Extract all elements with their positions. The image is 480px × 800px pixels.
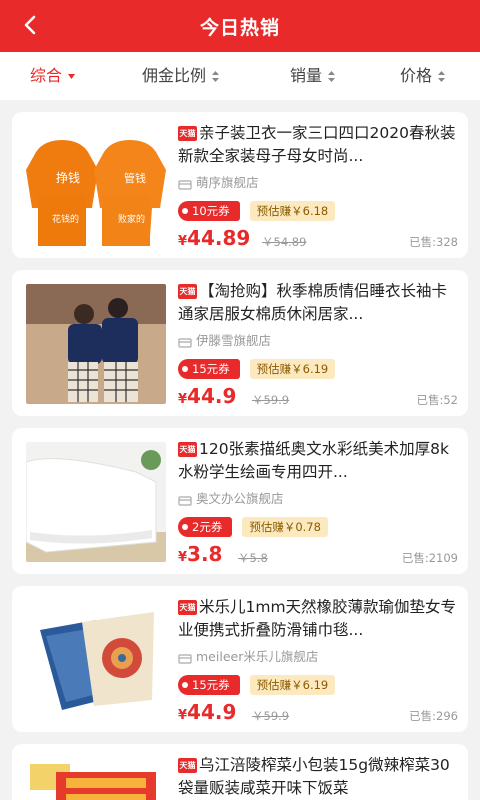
product-image-paper (26, 442, 166, 562)
product-title-text: 【淘抢购】秋季棉质情侣睡衣长袖卡通家居服女棉质休闲居家... (178, 282, 448, 323)
caret-down-icon (68, 74, 76, 79)
product-title-text: 米乐儿1mm天然橡胶薄款瑜伽垫女专业便携式折叠防滑铺巾毯... (178, 598, 457, 639)
commission-badge: 预估赚￥6.18 (249, 201, 336, 221)
commission-badge: 预估赚￥0.78 (242, 517, 328, 537)
price-value: 44.89 (187, 226, 251, 250)
shop-name-text: 萌序旗舰店 (196, 175, 259, 190)
product-image-yoga-mat (26, 600, 166, 720)
svg-text:花钱的: 花钱的 (52, 213, 79, 225)
shop-name[interactable]: 伊滕雪旗舰店 (178, 332, 460, 350)
currency-symbol: ¥ (178, 550, 188, 565)
product-card[interactable]: 天猫 乌江涪陵榨菜小包装15g微辣榨菜30袋量贩装咸菜开味下饭菜 (12, 744, 468, 800)
product-title: 天猫 米乐儿1mm天然橡胶薄款瑜伽垫女专业便携式折叠防滑铺巾毯... (178, 596, 460, 642)
commission-badge: 预估赚￥6.19 (249, 675, 336, 695)
svg-text:败家的: 败家的 (118, 213, 145, 225)
coupon-badge[interactable]: 15元券 (178, 359, 240, 379)
sold-count: 已售:296 (409, 709, 458, 723)
svg-text:管钱: 管钱 (124, 171, 146, 185)
original-price: ￥59.9 (252, 393, 290, 407)
tmall-badge: 天猫 (178, 284, 197, 299)
sold-count: 已售:2109 (401, 551, 458, 565)
page-title: 今日热销 (199, 17, 280, 39)
original-price: ￥59.9 (252, 709, 290, 723)
product-card[interactable]: 天猫 【淘抢购】秋季棉质情侣睡衣长袖卡通家居服女棉质休闲居家... 伊滕雪旗舰店 … (12, 270, 468, 416)
shop-name[interactable]: meileer米乐儿旗舰店 (178, 648, 460, 666)
tmall-badge: 天猫 (178, 600, 197, 615)
current-price: ¥44.89 (178, 226, 250, 250)
shop-name-text: meileer米乐儿旗舰店 (196, 649, 319, 664)
price-value: 3.8 (187, 542, 223, 566)
current-price: ¥44.9 (178, 700, 236, 724)
product-image-hoodies: 挣钱 管钱 花钱的 败家的 (26, 126, 166, 246)
currency-symbol: ¥ (178, 392, 188, 407)
product-title-text: 亲子装卫衣一家三口四口2020春秋装新款全家装母子母女时尚... (178, 124, 456, 165)
current-price: ¥44.9 (178, 384, 236, 408)
product-title: 天猫 120张素描纸奥文水彩纸美术加厚8k水粉学生绘画专用四开... (178, 438, 460, 484)
tab-label: 佣金比例 (142, 66, 207, 85)
product-card[interactable]: 挣钱 管钱 花钱的 败家的 天猫 亲子装卫衣一家三口四口2020春秋装新款全家装母… (12, 112, 468, 258)
commission-badge: 预估赚￥6.19 (249, 359, 336, 379)
tab-commission-ratio[interactable]: 佣金比例 (142, 52, 220, 100)
sort-icon (438, 71, 446, 82)
product-image-pajamas (26, 284, 166, 404)
product-image-pickles (26, 758, 166, 800)
original-price: ￥54.89 (262, 235, 307, 249)
product-title: 天猫 乌江涪陵榨菜小包装15g微辣榨菜30袋量贩装咸菜开味下饭菜 (178, 754, 460, 800)
product-card[interactable]: 天猫 120张素描纸奥文水彩纸美术加厚8k水粉学生绘画专用四开... 奥文办公旗舰… (12, 428, 468, 574)
product-card[interactable]: 天猫 米乐儿1mm天然橡胶薄款瑜伽垫女专业便携式折叠防滑铺巾毯... meilee… (12, 586, 468, 732)
tab-comprehensive[interactable]: 综合 (30, 52, 76, 100)
product-title: 天猫 【淘抢购】秋季棉质情侣睡衣长袖卡通家居服女棉质休闲居家... (178, 280, 460, 326)
sort-icon (328, 71, 336, 82)
tab-sales[interactable]: 销量 (290, 52, 336, 100)
product-title-text: 120张素描纸奥文水彩纸美术加厚8k水粉学生绘画专用四开... (178, 440, 449, 481)
shop-name-text: 伊滕雪旗舰店 (196, 333, 272, 348)
shop-name[interactable]: 奥文办公旗舰店 (178, 490, 460, 508)
tmall-badge: 天猫 (178, 758, 197, 773)
sort-tabs: 综合 佣金比例 销量 价格 (0, 52, 480, 100)
price-value: 44.9 (187, 384, 237, 408)
sold-count: 已售:52 (416, 393, 458, 407)
shop-name-text: 奥文办公旗舰店 (196, 491, 284, 506)
tab-label: 销量 (290, 66, 323, 85)
tmall-badge: 天猫 (178, 442, 197, 457)
original-price: ￥5.8 (238, 551, 268, 565)
store-icon (178, 495, 192, 506)
currency-symbol: ¥ (178, 708, 188, 723)
top-bar: 今日热销 (0, 0, 480, 52)
currency-symbol: ¥ (178, 234, 188, 249)
store-icon (178, 653, 192, 664)
tab-price[interactable]: 价格 (400, 52, 446, 100)
store-icon (178, 337, 192, 348)
coupon-badge[interactable]: 15元券 (178, 675, 240, 695)
tab-label: 价格 (400, 66, 433, 85)
tab-label: 综合 (30, 66, 63, 85)
svg-text:挣钱: 挣钱 (56, 170, 80, 185)
coupon-badge[interactable]: 10元券 (178, 201, 240, 221)
shop-name[interactable]: 萌序旗舰店 (178, 174, 460, 192)
product-title-text: 乌江涪陵榨菜小包装15g微辣榨菜30袋量贩装咸菜开味下饭菜 (178, 756, 450, 797)
sort-icon (212, 71, 220, 82)
sold-count: 已售:328 (409, 235, 458, 249)
store-icon (178, 179, 192, 190)
coupon-badge[interactable]: 2元券 (178, 517, 233, 537)
tmall-badge: 天猫 (178, 126, 197, 141)
product-title: 天猫 亲子装卫衣一家三口四口2020春秋装新款全家装母子母女时尚... (178, 122, 460, 168)
price-value: 44.9 (187, 700, 237, 724)
current-price: ¥3.8 (178, 542, 222, 566)
